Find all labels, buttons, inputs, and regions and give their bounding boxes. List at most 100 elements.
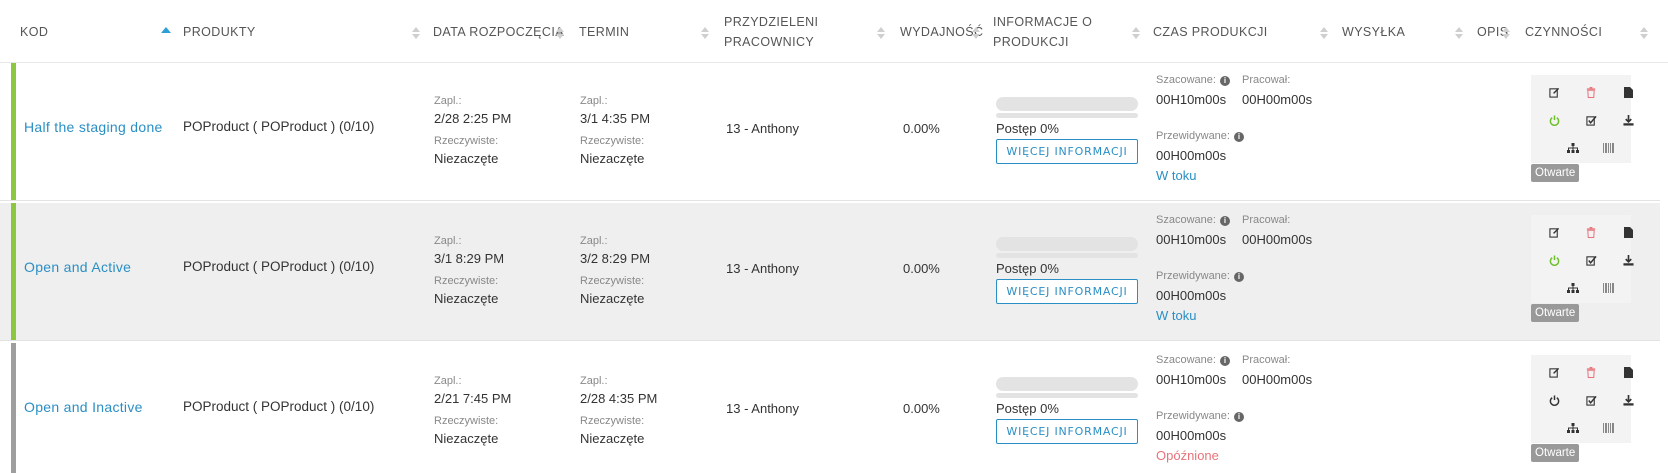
due-planned-label: Zapl.: — [580, 95, 608, 107]
more-info-button[interactable]: WIĘCEJ INFORMACJI — [996, 419, 1138, 444]
column-header-wydajnosc[interactable]: WYDAJNOŚĆ — [900, 0, 983, 63]
document-icon[interactable] — [1619, 363, 1637, 381]
table-row[interactable]: Half the staging done POProduct ( POProd… — [0, 63, 1660, 201]
column-header-produkty[interactable]: PRODUKTY — [183, 0, 256, 63]
sort-icon[interactable] — [972, 27, 980, 39]
info-icon[interactable]: i — [1219, 216, 1230, 226]
row-code-link[interactable]: Open and Active — [24, 259, 131, 275]
start-planned-value: 2/28 2:25 PM — [434, 111, 512, 126]
power-icon[interactable] — [1545, 111, 1563, 129]
start-planned-value: 3/1 8:29 PM — [434, 251, 505, 266]
predicted-value: 00H00m00s — [1156, 288, 1227, 303]
sort-icon[interactable] — [1132, 27, 1140, 39]
progress-bar-secondary — [996, 393, 1138, 398]
delete-icon[interactable] — [1582, 363, 1600, 381]
worked-label: Pracował: — [1242, 74, 1291, 86]
power-icon[interactable] — [1545, 391, 1563, 409]
delete-icon[interactable] — [1582, 223, 1600, 241]
predicted-value: 00H00m00s — [1156, 428, 1227, 443]
estimated-label: Szacowane: i — [1156, 354, 1230, 366]
due-planned-value: 2/28 4:35 PM — [580, 391, 658, 406]
checkbox-icon[interactable] — [1582, 391, 1600, 409]
progress-label: Postęp 0% — [996, 401, 1059, 416]
power-icon[interactable] — [1545, 251, 1563, 269]
hierarchy-icon[interactable] — [1564, 139, 1582, 157]
barcode-icon[interactable] — [1600, 139, 1618, 157]
table-row[interactable]: Open and Active POProduct ( POProduct ) … — [0, 203, 1660, 341]
column-label: CZAS PRODUKCJI — [1153, 24, 1268, 39]
start-planned-label: Zapl.: — [434, 95, 462, 107]
state-badge: Otwarte — [1531, 444, 1580, 462]
actions-panel — [1531, 75, 1634, 163]
progress-bar — [996, 237, 1138, 251]
download-icon[interactable] — [1619, 391, 1637, 409]
progress-bar-secondary — [996, 253, 1138, 258]
column-header-czynnosci[interactable]: CZYNNOŚCI — [1525, 0, 1602, 63]
edit-icon[interactable] — [1545, 363, 1563, 381]
info-icon[interactable]: i — [1233, 132, 1244, 142]
table-header: KOD PRODUKTY DATA ROZPOCZĘCIA TERMIN PRZ… — [0, 0, 1668, 63]
sort-icon[interactable] — [556, 27, 564, 39]
column-header-termin[interactable]: TERMIN — [579, 0, 629, 63]
document-icon[interactable] — [1619, 83, 1637, 101]
column-label: TERMIN — [579, 24, 630, 39]
more-info-button[interactable]: WIĘCEJ INFORMACJI — [996, 139, 1138, 164]
column-label: PRODUKCJI — [993, 34, 1069, 49]
edit-icon[interactable] — [1545, 83, 1563, 101]
edit-icon[interactable] — [1545, 223, 1563, 241]
start-actual-label: Rzeczywiste: — [434, 415, 499, 427]
column-label: INFORMACJE O — [993, 14, 1093, 29]
row-product: POProduct ( POProduct ) (0/10) — [183, 259, 375, 274]
column-label: KOD — [20, 24, 49, 39]
row-code-link[interactable]: Open and Inactive — [24, 399, 143, 415]
column-header-data-rozpoczecia[interactable]: DATA ROZPOCZĘCIA — [433, 0, 564, 63]
start-actual-label: Rzeczywiste: — [434, 275, 499, 287]
column-label: PRZYDZIELENI — [724, 14, 819, 29]
progress-label: Postęp 0% — [996, 121, 1059, 136]
due-actual-value: Niezaczęte — [580, 291, 645, 306]
column-header-czas-produkcji[interactable]: CZAS PRODUKCJI — [1153, 0, 1268, 63]
info-icon[interactable]: i — [1219, 356, 1230, 366]
sort-icon[interactable] — [701, 27, 709, 39]
info-icon[interactable]: i — [1219, 76, 1230, 86]
download-icon[interactable] — [1619, 251, 1637, 269]
status-link[interactable]: W toku — [1156, 168, 1196, 183]
due-actual-value: Niezaczęte — [580, 151, 645, 166]
column-header-informacje[interactable]: INFORMACJE O PRODUKCJI — [993, 0, 1092, 63]
status-link[interactable]: Opóźnione — [1156, 448, 1219, 463]
hierarchy-icon[interactable] — [1564, 279, 1582, 297]
download-icon[interactable] — [1619, 111, 1637, 129]
barcode-icon[interactable] — [1600, 279, 1618, 297]
start-planned-label: Zapl.: — [434, 235, 462, 247]
sort-icon[interactable] — [877, 27, 885, 39]
sort-icon[interactable] — [1320, 27, 1328, 39]
info-icon[interactable]: i — [1233, 412, 1244, 422]
sort-icon[interactable] — [1455, 27, 1463, 39]
due-planned-label: Zapl.: — [580, 235, 608, 247]
column-header-przydzieleni[interactable]: PRZYDZIELENI PRACOWNICY — [724, 0, 818, 63]
row-code-link[interactable]: Half the staging done — [24, 119, 163, 135]
sort-icon[interactable] — [1502, 27, 1510, 39]
row-product: POProduct ( POProduct ) (0/10) — [183, 399, 375, 414]
column-label: DATA ROZPOCZĘCIA — [433, 24, 564, 39]
checkbox-icon[interactable] — [1582, 111, 1600, 129]
table-row[interactable]: Open and Inactive POProduct ( POProduct … — [0, 343, 1660, 473]
due-actual-label: Rzeczywiste: — [580, 415, 645, 427]
sort-asc-icon[interactable] — [161, 27, 171, 33]
sort-icon[interactable] — [412, 27, 420, 39]
status-link[interactable]: W toku — [1156, 308, 1196, 323]
more-info-button[interactable]: WIĘCEJ INFORMACJI — [996, 279, 1138, 304]
hierarchy-icon[interactable] — [1564, 419, 1582, 437]
predicted-label: Przewidywane: i — [1156, 130, 1244, 142]
checkbox-icon[interactable] — [1582, 251, 1600, 269]
sort-icon[interactable] — [1640, 27, 1648, 39]
document-icon[interactable] — [1619, 223, 1637, 241]
due-planned-value: 3/1 4:35 PM — [580, 111, 651, 126]
column-header-wysylka[interactable]: WYSYŁKA — [1342, 0, 1405, 63]
barcode-icon[interactable] — [1600, 419, 1618, 437]
delete-icon[interactable] — [1582, 83, 1600, 101]
info-icon[interactable]: i — [1233, 272, 1244, 282]
column-header-kod[interactable]: KOD — [20, 0, 48, 63]
efficiency-value: 0.00% — [903, 121, 940, 136]
estimated-label: Szacowane: i — [1156, 214, 1230, 226]
